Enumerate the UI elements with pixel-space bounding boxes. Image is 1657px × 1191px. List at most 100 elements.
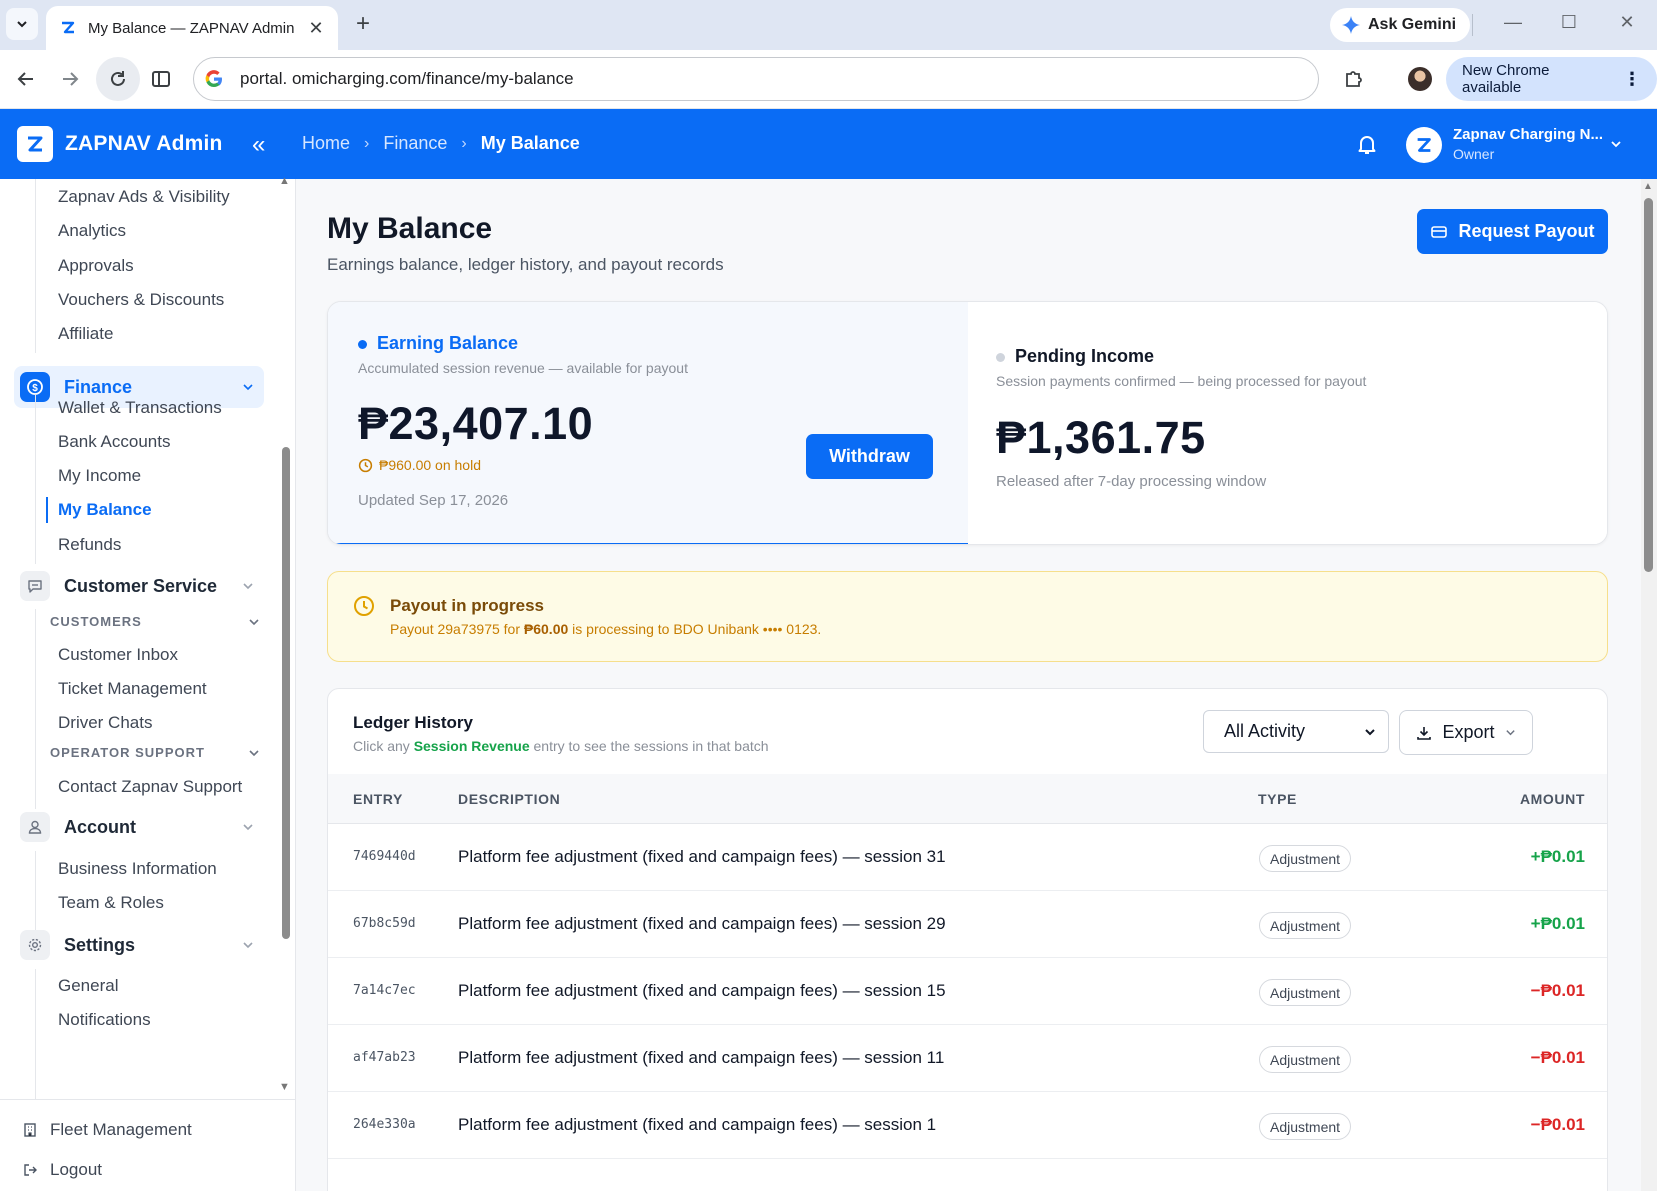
ask-gemini-button[interactable]: Ask Gemini — [1330, 8, 1471, 42]
table-row[interactable]: 7a14c7ec Platform fee adjustment (fixed … — [328, 958, 1607, 1025]
sidebar-item-team-roles[interactable]: Team & Roles — [58, 893, 164, 913]
building-icon — [24, 1123, 36, 1137]
back-button[interactable] — [11, 64, 41, 94]
sidebar-item-business-info[interactable]: Business Information — [58, 859, 217, 879]
new-tab-button[interactable]: + — [350, 11, 376, 37]
sidebar-group-account[interactable]: Account — [14, 806, 264, 848]
split-view-button[interactable] — [146, 64, 176, 94]
profile-avatar[interactable] — [1408, 67, 1432, 91]
entry-description: Platform fee adjustment (fixed and campa… — [458, 981, 946, 1000]
user-icon — [20, 812, 50, 842]
sidebar-scrollbar-thumb[interactable] — [282, 447, 290, 939]
status-dot — [358, 339, 367, 349]
sidebar-group-label: Account — [64, 816, 136, 837]
minimize-window-icon[interactable]: — — [1498, 12, 1528, 33]
balance-card: Earning Balance Accumulated session reve… — [327, 301, 1608, 545]
notifications-bell-icon[interactable] — [1356, 133, 1378, 160]
sidebar-item-fleet-management[interactable]: Fleet Management — [22, 1120, 192, 1140]
request-payout-button[interactable]: Request Payout — [1417, 209, 1608, 254]
earning-balance-panel: Earning Balance Accumulated session reve… — [328, 302, 968, 544]
scroll-up-arrow-icon[interactable]: ▲ — [1643, 181, 1653, 192]
column-header-entry: ENTRY — [353, 791, 403, 807]
section-label: OPERATOR SUPPORT — [50, 745, 205, 760]
sidebar-item-ads[interactable]: Zapnav Ads & Visibility — [58, 187, 230, 207]
sidebar-item-wallet[interactable]: Wallet & Transactions — [58, 398, 222, 418]
new-chrome-available-button[interactable]: New Chrome available ⋮ — [1446, 57, 1657, 101]
table-row[interactable]: 264e330a Platform fee adjustment (fixed … — [328, 1092, 1607, 1159]
section-customers[interactable]: CUSTOMERS — [50, 614, 260, 629]
type-badge: Adjustment — [1259, 1046, 1352, 1073]
table-row[interactable]: 7469440d Platform fee adjustment (fixed … — [328, 824, 1607, 891]
withdraw-button[interactable]: Withdraw — [806, 434, 933, 479]
entry-description: Platform fee adjustment (fixed and campa… — [458, 914, 946, 933]
sidebar-item-my-balance[interactable]: My Balance — [58, 500, 152, 520]
pending-income-amount: ₱1,361.75 — [996, 412, 1206, 463]
sidebar-item-vouchers[interactable]: Vouchers & Discounts — [58, 290, 224, 310]
sidebar-group-customer-service[interactable]: Customer Service — [14, 565, 264, 607]
table-row[interactable]: 67b8c59d Platform fee adjustment (fixed … — [328, 891, 1607, 958]
section-operator-support[interactable]: OPERATOR SUPPORT — [50, 745, 260, 760]
entry-id: 67b8c59d — [353, 916, 416, 931]
chevron-down-icon — [1505, 730, 1515, 736]
logout-button[interactable]: Logout — [22, 1160, 102, 1180]
chevron-down-icon[interactable] — [1610, 137, 1622, 155]
chevron-right-icon: › — [364, 134, 370, 152]
card-icon — [1431, 225, 1448, 238]
entry-id: 7469440d — [353, 849, 416, 864]
export-label: Export — [1442, 722, 1495, 742]
close-tab-icon[interactable]: ✕ — [306, 18, 326, 39]
browser-tab-active[interactable]: My Balance — ZAPNAV Admin ✕ — [46, 6, 338, 50]
forward-button[interactable] — [55, 64, 85, 94]
arrow-right-icon — [63, 72, 79, 86]
address-bar[interactable]: portal. omicharging.com/finance/my-balan… — [193, 57, 1319, 101]
type-badge: Adjustment — [1259, 1113, 1352, 1140]
close-window-icon[interactable]: ✕ — [1612, 12, 1642, 33]
pending-label-text: Pending Income — [1015, 346, 1155, 366]
on-hold-text: ₱960.00 on hold — [379, 457, 481, 473]
entry-amount: −₱0.01 — [1530, 981, 1585, 1000]
sidebar-item-my-income[interactable]: My Income — [58, 466, 141, 486]
org-avatar[interactable] — [1406, 127, 1442, 163]
active-indicator — [46, 497, 48, 523]
activity-filter-select[interactable]: All Activity — [1203, 710, 1389, 753]
sidebar-item-ticket-management[interactable]: Ticket Management — [58, 679, 207, 699]
sidebar-item-refunds[interactable]: Refunds — [58, 535, 121, 555]
sidebar-item-bank-accounts[interactable]: Bank Accounts — [58, 432, 170, 452]
brand-name: ZAPNAV Admin — [65, 132, 223, 155]
scroll-down-arrow-icon[interactable]: ▼ — [279, 1081, 290, 1093]
sidebar-item-notifications[interactable]: Notifications — [58, 1010, 151, 1030]
sidebar-group-settings[interactable]: Settings — [14, 924, 264, 966]
puzzle-icon — [1346, 71, 1362, 87]
sidebar-item-general[interactable]: General — [58, 976, 118, 996]
maximize-window-icon[interactable]: ☐ — [1554, 12, 1584, 33]
collapse-sidebar-icon[interactable]: « — [252, 131, 265, 159]
alert-amount: ₱60.00 — [523, 621, 569, 637]
page-scrollbar-thumb[interactable] — [1644, 198, 1653, 572]
session-revenue-highlight: Session Revenue — [413, 738, 530, 754]
sidebar-item-affiliate[interactable]: Affiliate — [58, 324, 113, 344]
brand[interactable]: ZAPNAV Admin — [17, 126, 223, 162]
chevron-down-icon — [249, 618, 259, 625]
browser-tabstrip: My Balance — ZAPNAV Admin ✕ + Ask Gemini… — [0, 0, 1657, 50]
entry-id: 264e330a — [353, 1117, 416, 1132]
entry-amount: −₱0.01 — [1530, 1048, 1585, 1067]
reload-icon — [103, 64, 133, 94]
sidebar-item-analytics[interactable]: Analytics — [58, 221, 126, 241]
pending-income-note: Released after 7-day processing window — [996, 473, 1267, 490]
breadcrumb-finance[interactable]: Finance — [383, 133, 447, 154]
breadcrumb-home[interactable]: Home — [302, 133, 350, 154]
extensions-button[interactable] — [1339, 64, 1369, 94]
earning-label-text: Earning Balance — [377, 333, 519, 353]
export-button[interactable]: Export — [1399, 710, 1533, 755]
org-name[interactable]: Zapnav Charging N... — [1453, 126, 1603, 143]
pending-income-description: Session payments confirmed — being proce… — [996, 373, 1367, 389]
chevron-right-icon: › — [461, 134, 467, 152]
sidebar-item-customer-inbox[interactable]: Customer Inbox — [58, 645, 178, 665]
sidebar-item-contact-support[interactable]: Contact Zapnav Support — [58, 777, 242, 797]
sidebar-item-driver-chats[interactable]: Driver Chats — [58, 713, 152, 733]
sidebar-item-approvals[interactable]: Approvals — [58, 256, 134, 276]
ledger-title: Ledger History — [353, 713, 473, 732]
tab-search-button[interactable] — [6, 8, 38, 40]
table-row[interactable]: af47ab23 Platform fee adjustment (fixed … — [328, 1025, 1607, 1092]
scroll-up-arrow-icon[interactable]: ▲ — [279, 175, 290, 187]
